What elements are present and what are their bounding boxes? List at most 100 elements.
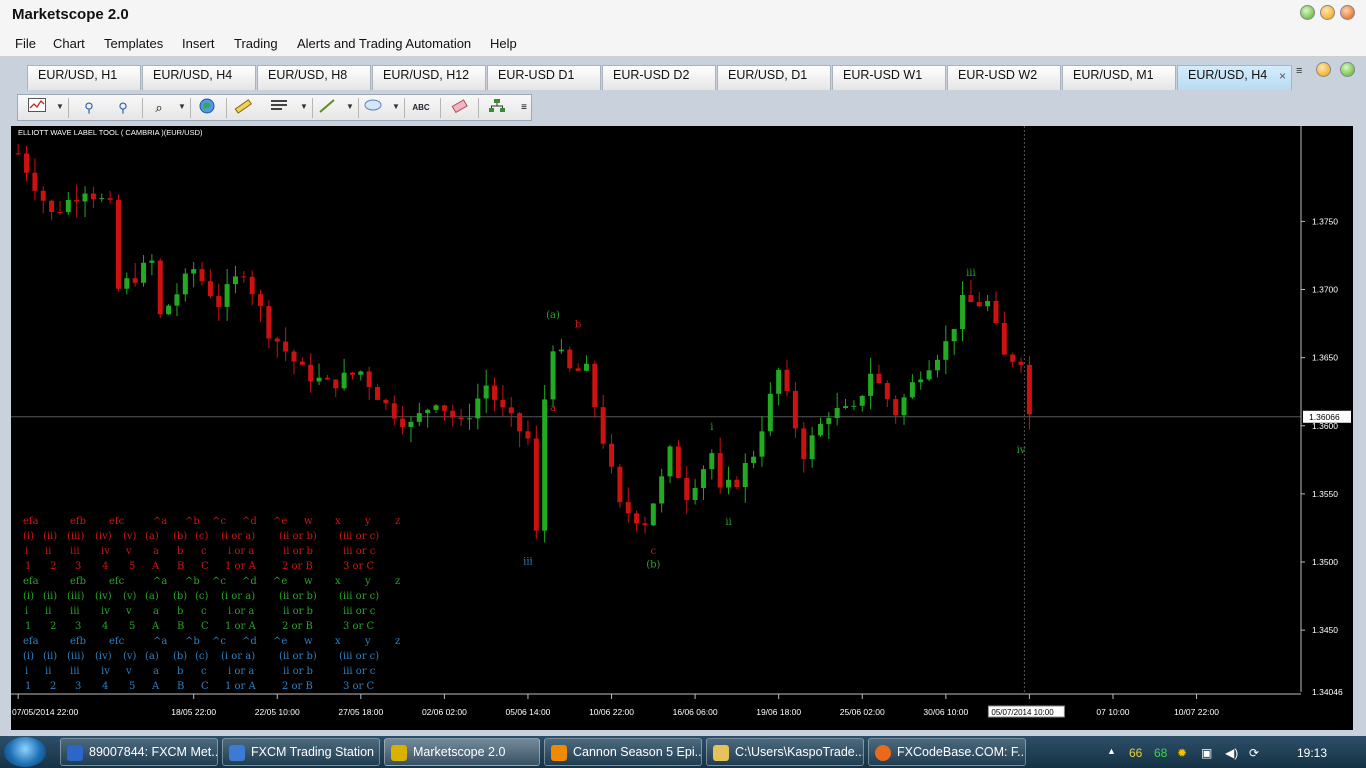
bug-icon[interactable]: ✹	[1177, 746, 1187, 760]
legend-cell[interactable]: ^a	[153, 516, 167, 527]
legend-cell[interactable]: iii or c	[343, 546, 376, 557]
tab-eurusd-h4[interactable]: EUR/USD, H4	[142, 65, 256, 90]
legend-cell[interactable]: w	[304, 516, 313, 527]
minimize-button[interactable]	[1300, 5, 1315, 20]
legend-cell[interactable]: z	[395, 576, 400, 587]
legend-cell[interactable]: ^c	[212, 576, 226, 587]
legend-cell[interactable]: 3 or C	[343, 561, 375, 572]
close-button[interactable]	[1340, 5, 1355, 20]
legend-cell[interactable]: 2	[50, 621, 56, 632]
legend-cell[interactable]: (iv)	[95, 651, 112, 662]
legend-cell[interactable]: ^b	[185, 576, 200, 587]
tab-eurusd-h1[interactable]: EUR/USD, H1	[27, 65, 141, 90]
legend-cell[interactable]: (iii)	[67, 651, 84, 662]
legend-cell[interactable]: i or a	[228, 606, 254, 617]
legend-cell[interactable]: 3	[75, 621, 81, 632]
taskbar-item-vlc[interactable]: Cannon Season 5 Epi...	[544, 738, 702, 766]
legend-cell[interactable]: ^b	[185, 516, 200, 527]
legend-cell[interactable]: ii or b	[283, 666, 313, 677]
legend-cell[interactable]: efb	[70, 516, 86, 527]
legend-cell[interactable]: iv	[101, 546, 110, 557]
dropdown-arrow-icon[interactable]: ▼	[300, 102, 308, 111]
legend-cell[interactable]: 2	[50, 561, 56, 572]
taskbar-item-fxcm-trading-station[interactable]: FXCM Trading Station	[222, 738, 380, 766]
network-icon[interactable]: ▣	[1201, 746, 1212, 760]
legend-cell[interactable]: (iv)	[95, 591, 112, 602]
legend-cell[interactable]: ^d	[242, 516, 257, 527]
legend-cell[interactable]: iv	[101, 606, 110, 617]
legend-cell[interactable]: i	[25, 546, 28, 557]
legend-cell[interactable]: (ii)	[43, 651, 57, 662]
tab-eur-usd-d2[interactable]: EUR-USD D2	[602, 65, 716, 90]
ellipse-icon[interactable]	[362, 98, 384, 117]
toolbar-options-icon[interactable]: ≡	[518, 98, 530, 117]
tab-eur-usd-d1[interactable]: EUR-USD D1	[487, 65, 601, 90]
legend-cell[interactable]: ^e	[273, 516, 287, 527]
legend-cell[interactable]: (i or a)	[221, 531, 255, 542]
legend-cell[interactable]: x	[335, 576, 341, 587]
legend-cell[interactable]: v	[125, 606, 132, 617]
legend-cell[interactable]: 2 or B	[282, 681, 313, 692]
maximize-button[interactable]	[1320, 5, 1335, 20]
dropdown-arrow-icon[interactable]: ▼	[56, 102, 64, 111]
taskbar-item-marketscope[interactable]: Marketscope 2.0	[384, 738, 540, 766]
dropdown-arrow-icon[interactable]: ▼	[346, 102, 354, 111]
legend-cell[interactable]: 5	[129, 681, 135, 692]
legend-cell[interactable]: (i or a)	[221, 591, 255, 602]
legend-cell[interactable]: 1	[25, 681, 31, 692]
menu-alerts[interactable]: Alerts and Trading Automation	[297, 36, 471, 51]
legend-cell[interactable]: 4	[102, 561, 108, 572]
zoom-out-icon[interactable]: ⚲	[112, 98, 134, 117]
legend-cell[interactable]: iii	[70, 546, 80, 557]
taskbar-item-fxcm-metatrader[interactable]: 89007844: FXCM Met...	[60, 738, 218, 766]
legend-cell[interactable]: 1	[25, 621, 31, 632]
legend-cell[interactable]: 4	[102, 681, 108, 692]
legend-cell[interactable]: (b)	[173, 531, 187, 542]
ruler-icon[interactable]	[232, 98, 254, 117]
legend-cell[interactable]: ^a	[153, 576, 167, 587]
legend-cell[interactable]: B	[177, 561, 184, 572]
legend-cell[interactable]: w	[304, 576, 313, 587]
legend-cell[interactable]: efc	[109, 576, 125, 587]
legend-cell[interactable]: iii	[70, 666, 80, 677]
legend-cell[interactable]: (i or a)	[221, 651, 255, 662]
legend-cell[interactable]: A	[151, 621, 160, 632]
legend-cell[interactable]: (i)	[23, 651, 34, 662]
globe-icon[interactable]	[196, 98, 218, 117]
hierarchy-icon[interactable]	[486, 98, 508, 117]
legend-cell[interactable]: z	[395, 516, 400, 527]
legend-cell[interactable]: 2 or B	[282, 621, 313, 632]
legend-cell[interactable]: ^b	[185, 636, 200, 647]
zoom-in-icon[interactable]: ⚲	[78, 98, 100, 117]
legend-cell[interactable]: iii or c	[343, 666, 376, 677]
legend-cell[interactable]: 3 or C	[343, 621, 375, 632]
dropdown-arrow-icon[interactable]: ▼	[178, 102, 186, 111]
legend-cell[interactable]: ^e	[273, 576, 287, 587]
taskbar-item-firefox[interactable]: FXCodeBase.COM: F...	[868, 738, 1026, 766]
legend-cell[interactable]: efc	[109, 516, 125, 527]
legend-cell[interactable]: efb	[70, 636, 86, 647]
legend-cell[interactable]: v	[125, 546, 132, 557]
legend-cell[interactable]: iii or c	[343, 606, 376, 617]
menu-trading[interactable]: Trading	[234, 36, 278, 51]
legend-cell[interactable]: 1 or A	[225, 561, 257, 572]
legend-cell[interactable]: ^d	[242, 636, 257, 647]
legend-cell[interactable]: (v)	[123, 531, 137, 542]
text-tool-icon[interactable]: ABC	[408, 98, 434, 117]
legend-cell[interactable]: (iii or c)	[339, 591, 379, 602]
legend-cell[interactable]: 2 or B	[282, 561, 313, 572]
dropdown-arrow-icon[interactable]: ▼	[392, 102, 400, 111]
legend-cell[interactable]: 3 or C	[343, 681, 375, 692]
legend-cell[interactable]: ii or b	[283, 606, 313, 617]
legend-cell[interactable]: (ii)	[43, 531, 57, 542]
legend-cell[interactable]: 1	[25, 561, 31, 572]
legend-cell[interactable]: (b)	[173, 651, 187, 662]
close-tab-icon[interactable]: ×	[1279, 69, 1286, 83]
legend-cell[interactable]: efb	[70, 576, 86, 587]
legend-cell[interactable]: b	[177, 666, 183, 677]
legend-cell[interactable]: (a)	[145, 531, 159, 542]
tab-eurusd-h4-active[interactable]: EUR/USD, H4 ×	[1177, 65, 1292, 90]
legend-cell[interactable]: (iv)	[95, 531, 112, 542]
legend-cell[interactable]: (v)	[123, 651, 137, 662]
legend-cell[interactable]: ii or b	[283, 546, 313, 557]
